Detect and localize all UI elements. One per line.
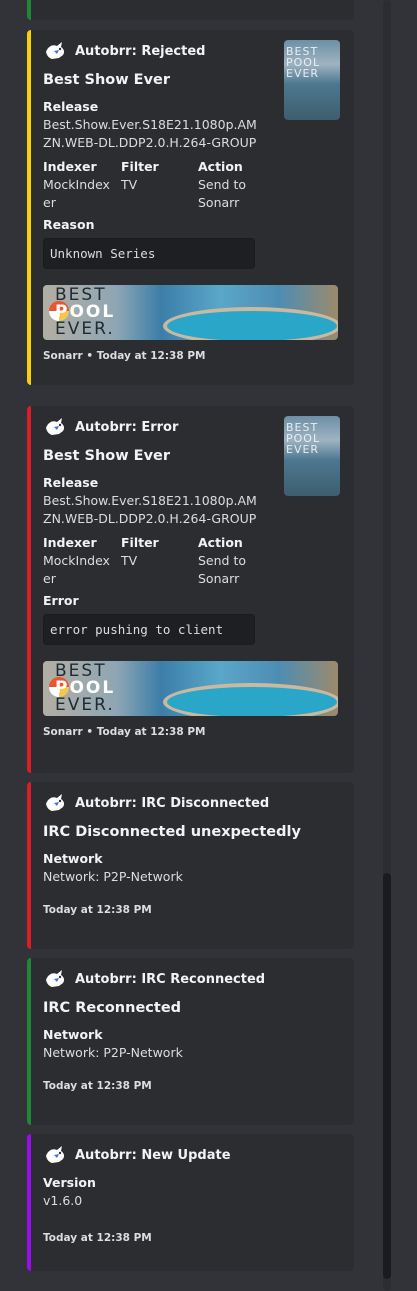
- embed-title: IRC Disconnected unexpectedly: [43, 824, 301, 840]
- autobrr-bunny-icon: [43, 1144, 67, 1166]
- hot-tub-graphic: [163, 683, 338, 716]
- embed-title: IRC Reconnected: [43, 1000, 182, 1016]
- scrollbar-thumb[interactable]: [383, 873, 391, 1279]
- embed-footer: Today at 12:38 PM: [43, 1232, 152, 1244]
- field-filter-value: TV: [121, 553, 138, 568]
- embed-author-name: Autobrr: Rejected: [75, 43, 206, 59]
- autobrr-bunny-icon: [43, 416, 67, 438]
- field-action-label: Action: [198, 159, 243, 174]
- embed-irc-disconnected: Autobrr: IRC Disconnected IRC Disconnect…: [27, 782, 354, 949]
- embed-footer: Today at 12:38 PM: [43, 1080, 152, 1092]
- field-indexer-label: Indexer: [43, 535, 97, 550]
- embed-previous-partial: [27, 0, 354, 20]
- field-error-label: Error: [43, 593, 79, 608]
- embed-author: Autobrr: IRC Reconnected: [43, 968, 340, 990]
- field-network-value: Network: P2P-Network: [43, 1045, 183, 1060]
- embed-author-name: Autobrr: Error: [75, 419, 179, 435]
- embed-irc-reconnected: Autobrr: IRC Reconnected IRC Reconnected…: [27, 958, 354, 1125]
- thumbnail-text: BEST POOL EVER: [286, 421, 321, 456]
- hot-tub-graphic: [163, 307, 338, 340]
- autobrr-bunny-icon: [43, 40, 67, 62]
- embed-author-name: Autobrr: IRC Disconnected: [75, 795, 270, 811]
- field-release-label: Release: [43, 99, 99, 114]
- embed-footer: Sonarr • Today at 12:38 PM: [43, 726, 206, 738]
- embed-author: Autobrr: New Update: [43, 1144, 340, 1166]
- field-indexer-value: MockIndexer: [43, 177, 110, 210]
- field-indexer-label: Indexer: [43, 159, 97, 174]
- field-release-value: Best.Show.Ever.S18E21.1080p.AMZN.WEB-DL.…: [43, 493, 257, 526]
- banner-text-line-3: EVER.: [55, 319, 115, 339]
- embed-author: Autobrr: IRC Disconnected: [43, 792, 340, 814]
- field-filter-label: Filter: [121, 535, 159, 550]
- embed-rejected: Autobrr: Rejected Best Show Ever Release…: [27, 30, 354, 385]
- field-filter-label: Filter: [121, 159, 159, 174]
- banner-text-line-3: EVER.: [55, 695, 115, 715]
- embed-image[interactable]: BEST POOL EVER.: [43, 661, 338, 716]
- autobrr-bunny-icon: [43, 792, 67, 814]
- embed-image[interactable]: BEST POOL EVER.: [43, 285, 338, 340]
- embed-thumbnail[interactable]: BEST POOL EVER: [284, 40, 340, 120]
- field-network-value: Network: P2P-Network: [43, 869, 183, 884]
- field-action-value: Send to Sonarr: [198, 177, 247, 210]
- field-action-label: Action: [198, 535, 243, 550]
- embed-error: Autobrr: Error Best Show Ever Release Be…: [27, 406, 354, 773]
- embed-thumbnail[interactable]: BEST POOL EVER: [284, 416, 340, 496]
- embed-author-name: Autobrr: IRC Reconnected: [75, 971, 266, 987]
- field-filter-value: TV: [121, 177, 138, 192]
- field-action-value: Send to Sonarr: [198, 553, 247, 586]
- field-indexer-value: MockIndexer: [43, 553, 110, 586]
- field-network-label: Network: [43, 851, 103, 866]
- embed-author-name: Autobrr: New Update: [75, 1147, 231, 1163]
- embed-footer: Today at 12:38 PM: [43, 904, 152, 916]
- field-network-label: Network: [43, 1027, 103, 1042]
- field-reason-code: Unknown Series: [43, 238, 255, 269]
- field-release-value: Best.Show.Ever.S18E21.1080p.AMZN.WEB-DL.…: [43, 117, 257, 150]
- thumbnail-text: BEST POOL EVER: [286, 45, 321, 80]
- embed-footer: Sonarr • Today at 12:38 PM: [43, 350, 206, 362]
- autobrr-bunny-icon: [43, 968, 67, 990]
- field-version-value: v1.6.0: [43, 1193, 83, 1208]
- embed-new-update: Autobrr: New Update Version v1.6.0 Today…: [27, 1134, 354, 1271]
- banner-text: BEST POOL EVER.: [55, 663, 115, 714]
- banner-text: BEST POOL EVER.: [55, 287, 115, 338]
- field-error-code: error pushing to client: [43, 614, 255, 645]
- field-version-label: Version: [43, 1175, 96, 1190]
- field-release-label: Release: [43, 475, 99, 490]
- field-reason-label: Reason: [43, 217, 95, 232]
